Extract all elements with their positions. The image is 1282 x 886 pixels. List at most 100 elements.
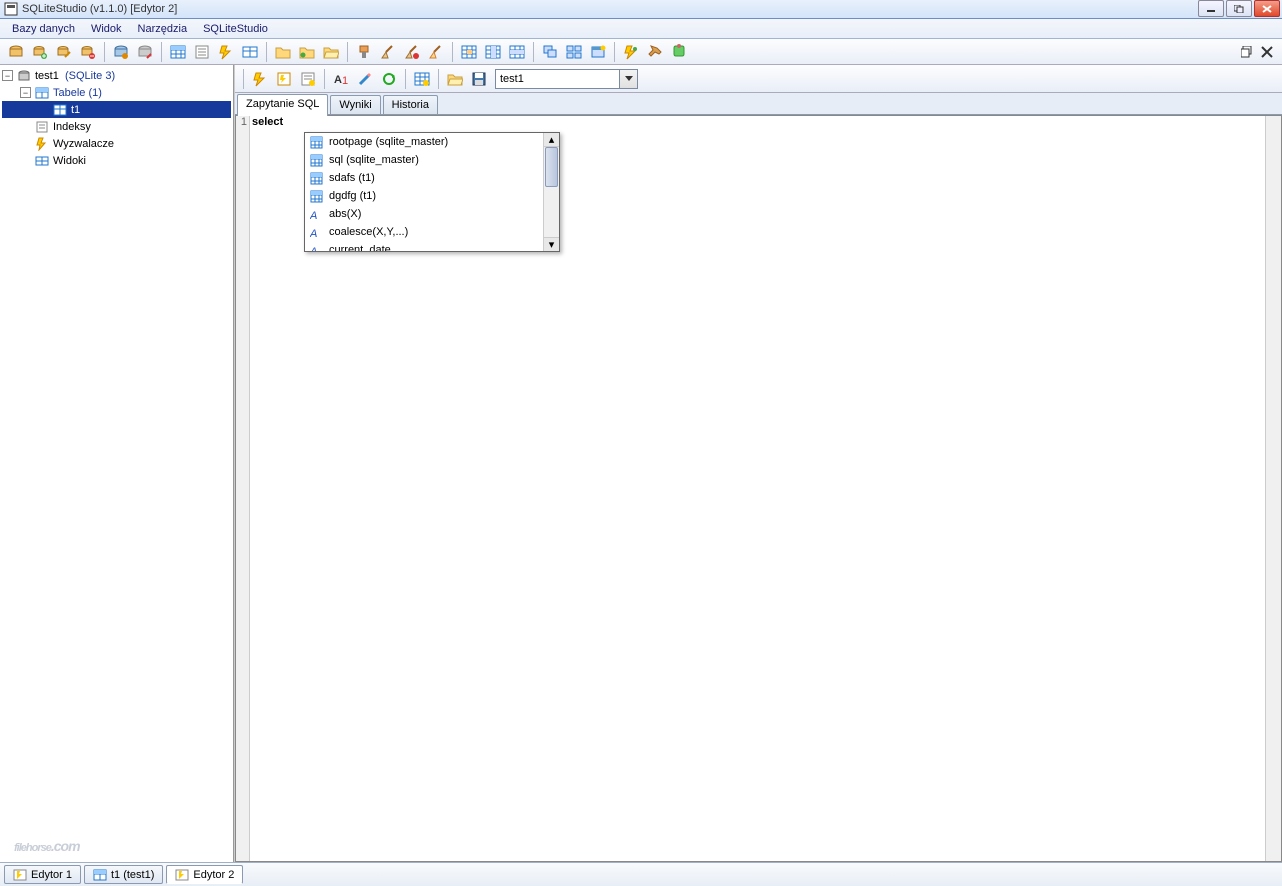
- line-gutter: 1: [236, 116, 250, 861]
- maximize-button[interactable]: [1226, 0, 1252, 17]
- scroll-thumb[interactable]: [545, 147, 558, 187]
- editor-icon: [13, 868, 27, 882]
- view-icon: [34, 153, 50, 169]
- db-unplug-icon[interactable]: [134, 41, 156, 63]
- save-icon[interactable]: [468, 68, 490, 90]
- autocomplete-scrollbar[interactable]: ▴ ▾: [543, 133, 559, 251]
- menu-sqlitestudio[interactable]: SQLiteStudio: [195, 21, 276, 37]
- format-text-icon[interactable]: A1: [330, 68, 352, 90]
- editor-scrollbar[interactable]: [1265, 116, 1281, 861]
- dropdown-icon[interactable]: [620, 69, 638, 89]
- column-icon: [309, 189, 323, 203]
- sql-code-area[interactable]: 1 select rootpage (sqlite_master)sql (sq…: [235, 115, 1282, 862]
- menu-databases[interactable]: Bazy danych: [4, 21, 83, 37]
- folder-add-icon[interactable]: [296, 41, 318, 63]
- broom-orange-icon[interactable]: [425, 41, 447, 63]
- autocomplete-item[interactable]: Aabs(X): [305, 205, 543, 223]
- collapse-icon[interactable]: −: [2, 70, 13, 81]
- tree-tables-label: Tabele (1): [53, 87, 102, 99]
- tree-db-label: test1: [35, 70, 59, 82]
- tree-indexes[interactable]: Indeksy: [2, 118, 231, 135]
- tree-triggers[interactable]: Wyzwalacze: [2, 135, 231, 152]
- autocomplete-item[interactable]: Acurrent_date: [305, 241, 543, 251]
- window-tab-bar: Edytor 1 t1 (test1) Edytor 2: [0, 862, 1282, 886]
- new-window-icon[interactable]: [587, 41, 609, 63]
- title-bar: SQLiteStudio (v1.1.0) [Edytor 2]: [0, 0, 1282, 19]
- minimize-button[interactable]: [1198, 0, 1224, 17]
- tree-tables[interactable]: − Tabele (1): [2, 84, 231, 101]
- collapse-icon[interactable]: −: [20, 87, 31, 98]
- autocomplete-item[interactable]: rootpage (sqlite_master): [305, 133, 543, 151]
- autocomplete-item[interactable]: sql (sqlite_master): [305, 151, 543, 169]
- scroll-up-icon[interactable]: ▴: [544, 133, 559, 147]
- column-icon: [309, 135, 323, 149]
- tree-views[interactable]: Widoki: [2, 152, 231, 169]
- tab-results[interactable]: Wyniki: [330, 95, 380, 114]
- mdi-close-icon[interactable]: [1260, 45, 1274, 59]
- window-tab-t1[interactable]: t1 (test1): [84, 865, 163, 884]
- menu-view[interactable]: Widok: [83, 21, 130, 37]
- grid-icon[interactable]: [411, 68, 433, 90]
- database-selector[interactable]: [495, 69, 638, 89]
- menu-bar: Bazy danych Widok Narzędzia SQLiteStudio: [0, 19, 1282, 39]
- refresh-icon[interactable]: [378, 68, 400, 90]
- tree-db-test1[interactable]: − test1 (SQLite 3): [2, 67, 231, 84]
- close-button[interactable]: [1254, 0, 1280, 17]
- table-col-icon[interactable]: [482, 41, 504, 63]
- explain-icon[interactable]: [273, 68, 295, 90]
- svg-text:A: A: [310, 210, 317, 221]
- tree-views-label: Widoki: [53, 155, 86, 167]
- trigger-icon[interactable]: [215, 41, 237, 63]
- db-connect-icon[interactable]: [5, 41, 27, 63]
- folder-open-icon[interactable]: [320, 41, 342, 63]
- function-icon: A: [309, 207, 323, 221]
- editor-icon: [175, 868, 189, 882]
- execute-icon[interactable]: [249, 68, 271, 90]
- table-icon[interactable]: [167, 41, 189, 63]
- editor-tab-bar: Zapytanie SQL Wyniki Historia: [235, 93, 1282, 115]
- tab-query-sql[interactable]: Zapytanie SQL: [237, 94, 328, 116]
- editor-toolbar: A1: [235, 65, 1282, 93]
- db-plug-icon[interactable]: [110, 41, 132, 63]
- main-toolbar: [0, 39, 1282, 65]
- tile-icon[interactable]: [563, 41, 585, 63]
- window-tab-editor2[interactable]: Edytor 2: [166, 865, 243, 884]
- column-icon: [309, 153, 323, 167]
- view-icon[interactable]: [239, 41, 261, 63]
- cascade-icon[interactable]: [539, 41, 561, 63]
- database-tree-panel: − test1 (SQLite 3) − Tabele (1) t1 Indek…: [0, 65, 234, 862]
- tools-icon[interactable]: [644, 41, 666, 63]
- tree-table-t1[interactable]: t1: [2, 101, 231, 118]
- tab-history[interactable]: Historia: [383, 95, 438, 114]
- autocomplete-item[interactable]: dgdfg (t1): [305, 187, 543, 205]
- run-icon[interactable]: [620, 41, 642, 63]
- history-icon[interactable]: [297, 68, 319, 90]
- edit-icon[interactable]: [354, 68, 376, 90]
- column-icon: [309, 171, 323, 185]
- svg-text:A: A: [310, 246, 317, 252]
- broom-icon[interactable]: [377, 41, 399, 63]
- db-add-icon[interactable]: [29, 41, 51, 63]
- table-row-icon[interactable]: [506, 41, 528, 63]
- table-icon: [52, 102, 68, 118]
- db-edit-icon[interactable]: [53, 41, 75, 63]
- puzzle-icon[interactable]: [668, 41, 690, 63]
- scroll-down-icon[interactable]: ▾: [544, 237, 559, 251]
- index-icon[interactable]: [191, 41, 213, 63]
- database-select-input[interactable]: [495, 69, 620, 89]
- open-folder-icon[interactable]: [444, 68, 466, 90]
- autocomplete-item[interactable]: Acoalesce(X,Y,...): [305, 223, 543, 241]
- autocomplete-label: rootpage (sqlite_master): [329, 136, 448, 148]
- table-sel-icon[interactable]: [458, 41, 480, 63]
- autocomplete-item[interactable]: sdafs (t1): [305, 169, 543, 187]
- folder-icon[interactable]: [272, 41, 294, 63]
- tree-db-type: (SQLite 3): [65, 70, 115, 82]
- function-icon: A: [309, 243, 323, 251]
- menu-tools[interactable]: Narzędzia: [130, 21, 196, 37]
- broom-red-icon[interactable]: [401, 41, 423, 63]
- mdi-restore-icon[interactable]: [1240, 45, 1254, 59]
- window-tab-editor1[interactable]: Edytor 1: [4, 865, 81, 884]
- svg-text:A: A: [310, 228, 317, 239]
- brush-icon[interactable]: [353, 41, 375, 63]
- db-remove-icon[interactable]: [77, 41, 99, 63]
